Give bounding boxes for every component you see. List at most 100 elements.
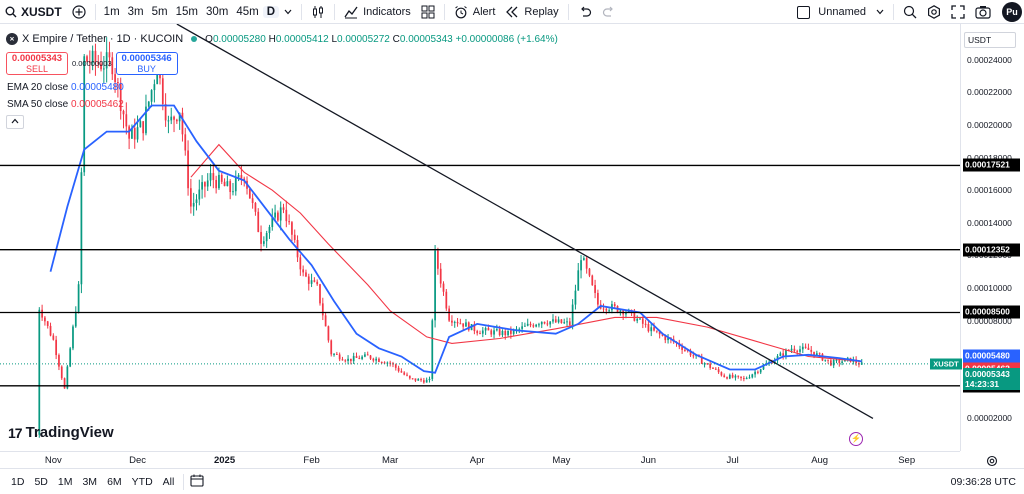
alert-button[interactable]: Alert [449, 0, 501, 24]
range-1m[interactable]: 1M [53, 476, 78, 488]
price-chart[interactable] [0, 24, 960, 451]
candle-body [653, 327, 655, 331]
layout-menu[interactable]: Unnamed [792, 0, 889, 24]
candle-body [195, 199, 198, 203]
candle-body [72, 326, 74, 349]
range-5d[interactable]: 5D [29, 476, 52, 488]
candle-body [726, 377, 728, 379]
candle-body [125, 114, 128, 127]
interval-30m[interactable]: 30m [202, 6, 232, 18]
candle-body [754, 371, 756, 375]
price-tick-label: 0.00014000 [967, 217, 1012, 228]
candle-body [150, 90, 153, 102]
currency-selector[interactable]: USDT [964, 32, 1016, 48]
candle-body [220, 174, 223, 182]
candle-body [417, 379, 420, 381]
settings-button[interactable] [922, 0, 946, 24]
candle-body [644, 323, 647, 325]
templates-button[interactable] [416, 0, 440, 24]
range-1d[interactable]: 1D [6, 476, 29, 488]
candle-body [810, 349, 813, 352]
candle-body [465, 322, 467, 327]
candle-body [580, 260, 582, 271]
interval-45m[interactable]: 45m [232, 6, 262, 18]
interval-d[interactable]: D [262, 5, 280, 18]
symbol-search[interactable]: XUSDT [0, 0, 67, 24]
time-tick-label: Feb [303, 455, 320, 466]
indicators-icon [344, 6, 358, 18]
replay-button[interactable]: Replay [500, 0, 563, 24]
candle-body [493, 330, 495, 335]
sell-button[interactable]: 0.00005343 SELL [6, 52, 68, 75]
range-6m[interactable]: 6M [102, 476, 127, 488]
snapshot-button[interactable] [970, 0, 996, 24]
candle-body [254, 202, 257, 212]
utc-clock[interactable]: 09:36:28 UTC [951, 476, 1016, 488]
candle-body [394, 364, 397, 368]
price-tick-label: 0.00020000 [967, 120, 1012, 131]
buy-button[interactable]: 0.00005346 BUY [115, 52, 178, 75]
candle-body [835, 359, 838, 361]
candle-body [510, 330, 512, 334]
lightning-icon[interactable]: ⚡ [849, 432, 863, 446]
chart-type-button[interactable] [306, 0, 330, 24]
interval-1m[interactable]: 1m [100, 6, 124, 18]
gear-icon [986, 455, 998, 467]
candle-body [639, 318, 641, 320]
candle-body [538, 324, 540, 326]
candle-body [164, 104, 167, 121]
interval-5m[interactable]: 5m [148, 6, 172, 18]
candle-body [796, 350, 799, 352]
toolbar-divider [183, 473, 185, 490]
price-axis[interactable]: USDT 0.00024000 0.00022000 0.00020000 0.000… [960, 24, 1024, 451]
indicators-button[interactable]: Indicators [339, 0, 416, 24]
candle-body [748, 377, 751, 379]
candle-body [827, 359, 829, 361]
candle-body [299, 257, 302, 270]
candle-body [226, 181, 229, 187]
candle-body [546, 323, 549, 325]
range-ytd[interactable]: YTD [127, 476, 158, 488]
ema-legend[interactable]: EMA 20 close 0.00005480 [7, 82, 124, 93]
candle-body [439, 268, 442, 284]
undo-button[interactable] [573, 0, 597, 24]
candle-body [838, 359, 841, 363]
time-tick-label: Jun [640, 455, 657, 466]
range-3m[interactable]: 3M [77, 476, 102, 488]
date-range-button[interactable] [190, 474, 204, 490]
candle-body [481, 330, 484, 334]
candle-body [291, 222, 293, 235]
sma-legend[interactable]: SMA 50 close 0.00005462 [7, 99, 124, 110]
time-axis[interactable]: Nov Dec 2025 Feb Mar Apr May Jun Jul Aug Sep [0, 451, 960, 468]
tradingview-logo[interactable]: 17 TradingView [8, 424, 114, 441]
range-all[interactable]: All [158, 476, 180, 488]
toolbar-divider [443, 3, 445, 20]
candle-body [641, 318, 644, 324]
candle-body [170, 116, 173, 121]
search-icon [5, 6, 17, 17]
price-tick-label: 0.00010000 [967, 283, 1012, 294]
redo-button[interactable] [597, 0, 621, 24]
add-symbol-button[interactable] [67, 0, 91, 24]
candle-body [136, 127, 139, 140]
collapse-legend-button[interactable] [6, 115, 24, 129]
quick-search-button[interactable] [898, 0, 922, 24]
candle-body [181, 112, 184, 135]
candle-body [448, 308, 450, 321]
candle-body [338, 354, 341, 360]
candle-body [563, 322, 566, 324]
interval-15m[interactable]: 15m [172, 6, 202, 18]
user-avatar[interactable]: Pu [1002, 2, 1022, 22]
candle-body [153, 84, 156, 91]
interval-3m[interactable]: 3m [124, 6, 148, 18]
candle-body [190, 188, 192, 207]
fullscreen-button[interactable] [946, 0, 970, 24]
candle-body [293, 234, 296, 240]
candle-body [804, 346, 807, 348]
layout-checkbox-icon[interactable] [797, 5, 811, 19]
interval-dropdown[interactable] [279, 0, 297, 24]
candle-body [476, 331, 479, 334]
chevron-down-icon [876, 9, 884, 15]
candle-body [445, 291, 448, 309]
market-status-icon [191, 36, 198, 42]
